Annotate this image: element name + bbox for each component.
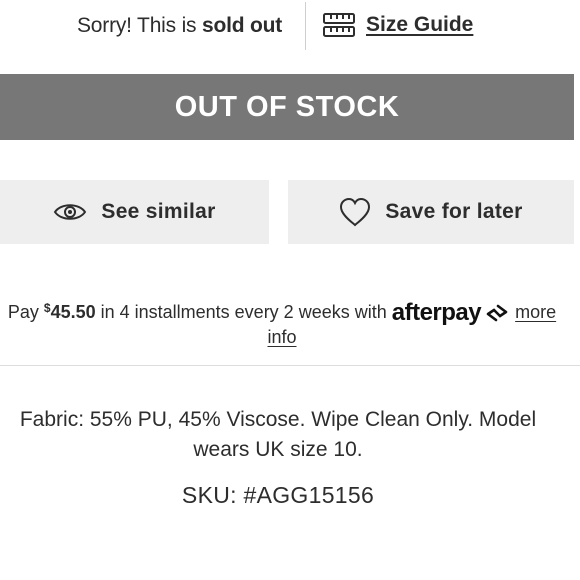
stock-status-bar: Sorry! This is sold out Size Guide [0,0,580,52]
save-for-later-button[interactable]: Save for later [288,180,574,244]
afterpay-logo: afterpay [392,301,510,325]
afterpay-message: Pay $45.50 in 4 installments every 2 wee… [0,296,570,349]
amount-value: 45.50 [50,302,96,322]
product-description: Fabric: 55% PU, 45% Viscose. Wipe Clean … [19,408,537,461]
size-guide-label: Size Guide [366,13,474,36]
section-divider [0,365,580,366]
vertical-divider [305,2,306,50]
installment-amount: $45.50 [43,301,96,322]
pay-text: Pay [7,302,44,322]
size-guide-link[interactable]: Size Guide [322,12,473,38]
product-sku: SKU: #AGG15156 [181,482,375,508]
currency-symbol: $ [43,301,51,315]
sold-out-emphasis: sold out [201,14,283,37]
installment-text: in 4 installments every 2 weeks with [95,302,392,322]
sold-out-prefix: Sorry! This is [77,14,202,37]
eye-icon [54,204,87,220]
out-of-stock-button[interactable]: OUT OF STOCK [0,74,574,140]
heart-icon [340,197,371,227]
afterpay-arrows-icon [486,304,508,322]
sold-out-message: Sorry! This is sold out [77,14,282,38]
see-similar-button[interactable]: See similar [0,180,269,244]
see-similar-label: See similar [101,200,216,223]
ruler-icon [323,13,355,37]
save-for-later-label: Save for later [385,200,523,223]
afterpay-brand: afterpay [391,299,482,326]
